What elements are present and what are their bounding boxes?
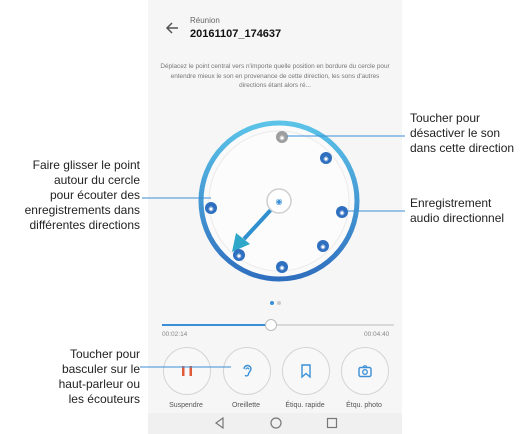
annotation-directional-audio: Enregistrement audio directionnel [410,196,505,225]
annotation-speaker-toggle: Toucher pour basculer sur le haut-parleu… [58,347,140,406]
annotation-drag-point: Faire glisser le point autour du cercle … [24,158,140,232]
annotation-mute-direction: Toucher pour désactiver le son dans cett… [410,111,515,155]
